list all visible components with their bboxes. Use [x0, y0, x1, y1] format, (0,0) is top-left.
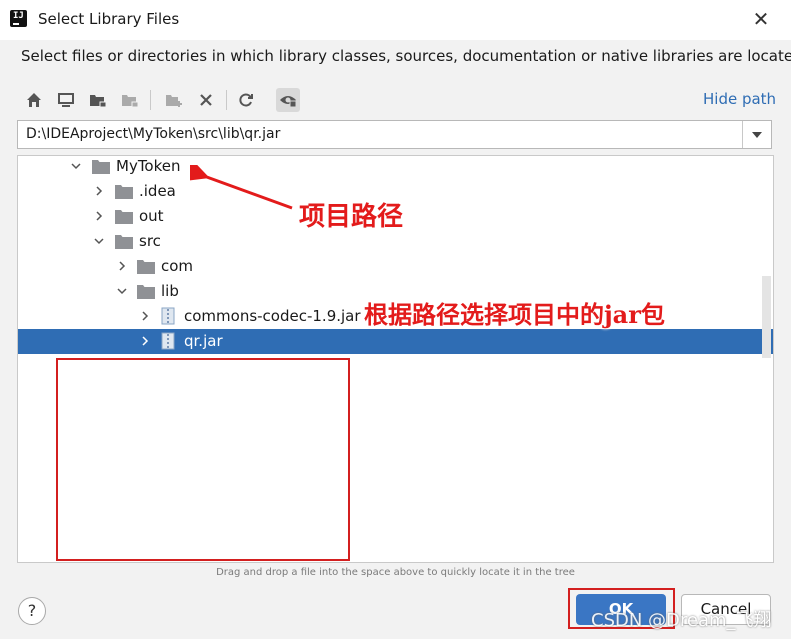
dialog-description: Select files or directories in which lib… [21, 47, 791, 65]
folder-icon [115, 185, 133, 199]
desktop-icon[interactable] [54, 88, 78, 112]
folder-icon [92, 160, 110, 174]
annotation-arrow [190, 165, 293, 210]
tree-row-label: src [139, 232, 161, 250]
intellij-app-icon: IJ [10, 10, 27, 27]
folder-icon [115, 210, 133, 224]
tree-row-label: qr.jar [184, 332, 223, 350]
chevron-right-icon [142, 311, 149, 321]
tree-scrollbar[interactable] [762, 276, 771, 358]
path-value: D:\IDEAproject\MyToken\src\lib\qr.jar [26, 126, 281, 142]
hide-path-link[interactable]: Hide path [703, 90, 776, 108]
chevron-right-icon [119, 261, 126, 271]
title-bar: IJ Select Library Files ✕ [0, 0, 791, 40]
path-input[interactable]: D:\IDEAproject\MyToken\src\lib\qr.jar [17, 120, 772, 149]
project-folder-icon[interactable] [86, 88, 110, 112]
file-chooser-toolbar [18, 86, 438, 114]
path-history-dropdown[interactable] [742, 121, 771, 148]
home-icon[interactable] [22, 88, 46, 112]
show-hidden-icon[interactable] [276, 88, 300, 112]
redaction-box [56, 358, 350, 561]
annotation-select-jar: 根据路径选择项目中的jar包 [364, 300, 665, 329]
jar-archive-icon [161, 332, 175, 350]
tree-row-mytoken[interactable]: MyToken [18, 156, 773, 179]
chevron-down-icon [94, 238, 104, 245]
watermark: CSDN @Dream_飞翔 [591, 610, 772, 631]
refresh-icon[interactable] [234, 88, 258, 112]
chevron-right-icon [96, 211, 103, 221]
chevron-down-icon [117, 288, 127, 295]
chevron-right-icon [142, 336, 149, 346]
window-title: Select Library Files [38, 10, 180, 28]
tree-row-label: commons-codec-1.9.jar [184, 307, 361, 325]
delete-icon[interactable] [194, 88, 218, 112]
tree-row-com[interactable]: com [18, 254, 773, 279]
folder-icon [137, 260, 155, 274]
new-folder-icon[interactable] [162, 88, 186, 112]
folder-icon [115, 235, 133, 249]
chevron-down-icon [752, 131, 762, 138]
folder-icon [137, 285, 155, 299]
tree-row-label: com [161, 257, 194, 275]
drag-drop-hint: Drag and drop a file into the space abov… [216, 567, 575, 578]
tree-row-label: lib [161, 282, 179, 300]
tree-row-label: out [139, 207, 164, 225]
close-button[interactable]: ✕ [748, 6, 774, 32]
chevron-down-icon [71, 163, 81, 170]
tree-row-label: .idea [139, 182, 176, 200]
module-folder-icon[interactable] [118, 88, 142, 112]
chevron-right-icon [96, 186, 103, 196]
tree-row-label: MyToken [116, 157, 181, 175]
help-button[interactable]: ? [18, 597, 46, 625]
tree-row-qr-jar[interactable]: qr.jar [18, 329, 773, 354]
annotation-project-path: 项目路径 [299, 202, 404, 232]
jar-archive-icon [161, 307, 175, 325]
